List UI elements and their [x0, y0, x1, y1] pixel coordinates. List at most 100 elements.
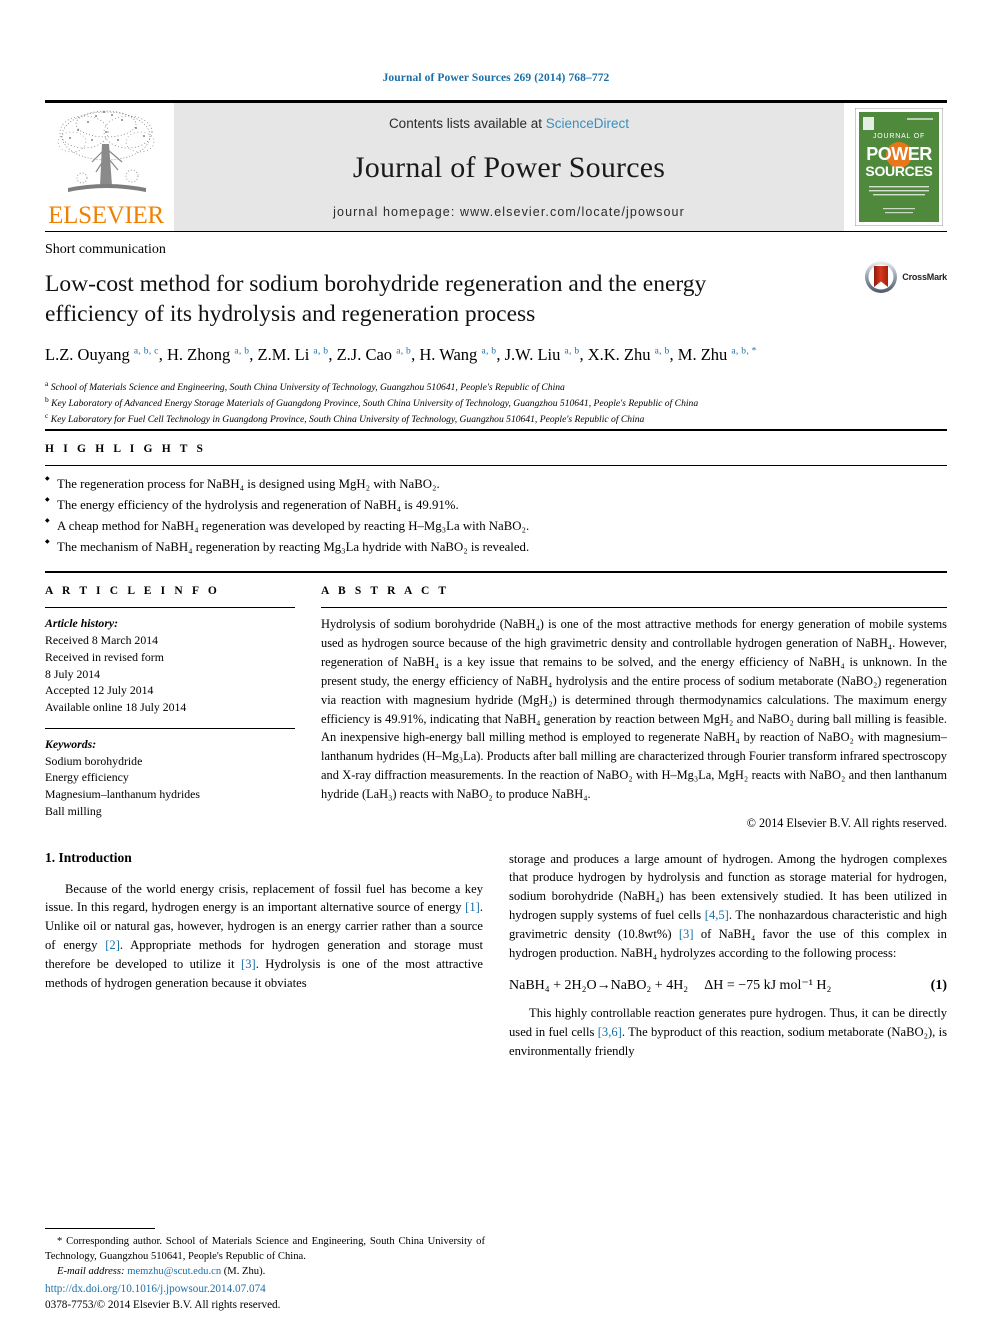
article-info-column: A R T I C L E I N F O Article history: R… — [45, 573, 295, 831]
running-citation: Journal of Power Sources 269 (2014) 768–… — [382, 72, 610, 84]
intro-paragraph-right-2: This highly controllable reaction genera… — [509, 1004, 947, 1061]
author-name[interactable]: Z.M. Li — [258, 345, 314, 364]
author-affiliation-marks: a, b — [313, 346, 329, 357]
citation-ref-3[interactable]: [3] — [241, 957, 256, 971]
affiliation-text: Key Laboratory of Advanced Energy Storag… — [48, 398, 699, 410]
article-history-line: 8 July 2014 — [45, 666, 101, 681]
introduction-heading: 1. Introduction — [45, 849, 132, 865]
affiliation-text: Key Laboratory for Fuel Cell Technology … — [48, 414, 645, 426]
author-name[interactable]: Z.J. Cao — [337, 345, 397, 364]
elsevier-wordmark: ELSEVIER — [48, 202, 164, 229]
email-line: E-mail address: memzhu@scut.edu.cn (M. Z… — [45, 1264, 485, 1279]
affiliation-entry: b Key Laboratory of Advanced Energy Stor… — [45, 395, 947, 411]
author-name[interactable]: H. Zhong — [167, 345, 234, 364]
abstract-copyright: © 2014 Elsevier B.V. All rights reserved… — [746, 815, 947, 830]
highlights-section: H I G H L I G H T S The regeneration pro… — [45, 429, 947, 571]
author-affiliation-marks: a, b — [481, 346, 497, 357]
author-affiliation-marks: a, b, c — [133, 346, 159, 357]
article-history-line: Available online 18 July 2014 — [45, 700, 187, 715]
article-history-lines: Received 8 March 2014 Received in revised… — [45, 632, 295, 716]
author-affiliation-marks: a, b — [564, 346, 580, 357]
author-name[interactable]: L.Z. Ouyang — [45, 345, 134, 364]
contents-prefix: Contents lists available at — [388, 116, 546, 131]
keyword-item: Magnesium–lanthanum hydrides — [45, 787, 200, 802]
article-type-label: Short communication — [45, 242, 166, 257]
author-separator: , — [669, 345, 678, 365]
journal-homepage-link[interactable]: journal homepage: www.elsevier.com/locat… — [333, 205, 685, 219]
author-name[interactable]: X.K. Zhu — [588, 345, 655, 364]
doi-link[interactable]: http://dx.doi.org/10.1016/j.jpowsour.201… — [45, 1281, 280, 1297]
affiliation-entry: c Key Laboratory for Fuel Cell Technolog… — [45, 411, 947, 427]
keyword-item: Sodium borohydride — [45, 753, 143, 768]
corresponding-author-footnote: * Corresponding author. School of Materi… — [45, 1227, 485, 1279]
journal-band: Contents lists available at ScienceDirec… — [174, 103, 844, 231]
corresponding-author-text: * Corresponding author. School of Materi… — [45, 1234, 485, 1264]
body-column-right: storage and produces a large amount of h… — [509, 850, 947, 1061]
author-separator: , — [496, 345, 505, 365]
crossmark-icon — [865, 261, 898, 293]
author-list: L.Z. Ouyang a, b, c, H. Zhong a, b, Z.M.… — [45, 343, 875, 367]
elsevier-logo: ELSEVIER — [45, 103, 167, 231]
affiliation-text: School of Materials Science and Engineer… — [48, 382, 565, 394]
author-affiliation-marks: a, b, * — [731, 346, 757, 357]
citation-ref-2[interactable]: [2] — [105, 938, 120, 952]
contents-available-line: Contents lists available at ScienceDirec… — [389, 116, 629, 131]
corresponding-affiliation: Corresponding author. School of Material… — [45, 1235, 485, 1262]
sciencedirect-link[interactable]: ScienceDirect — [546, 116, 629, 131]
affiliation-list: a School of Materials Science and Engine… — [45, 379, 947, 427]
abstract-label: A B S T R A C T — [321, 585, 450, 598]
cover-art-icon: JOURNAL OF POWER SOURCES — [855, 108, 943, 226]
intro-paragraph-left: Because of the world energy crisis, repl… — [45, 880, 483, 993]
article-header: Short communication CrossMark Low-cost m… — [45, 231, 947, 427]
article-history-line: Received in revised form — [45, 649, 164, 664]
keyword-item: Ball milling — [45, 803, 102, 818]
citation-ref-4[interactable]: [4,5] — [705, 908, 729, 922]
doi-footer: http://dx.doi.org/10.1016/j.jpowsour.201… — [45, 1281, 280, 1313]
crossmark-label: CrossMark — [902, 272, 947, 282]
equation-1-expression: NaBH₄ + 2H₂O→NaBO₂ + 4H₂ — [509, 977, 689, 993]
author-affiliation-marks: a, b — [654, 346, 670, 357]
info-abstract-section: A R T I C L E I N F O Article history: R… — [45, 571, 947, 831]
abstract-column: A B S T R A C T Hydrolysis of sodium bor… — [321, 573, 947, 831]
keywords-label: Keywords: — [45, 736, 97, 751]
journal-title: Journal of Power Sources — [352, 151, 666, 184]
highlight-item: The energy efficiency of the hydrolysis … — [45, 495, 947, 516]
abstract-text: Hydrolysis of sodium borohydride (NaBH₄)… — [321, 617, 947, 801]
citation-ref-1[interactable]: [1] — [465, 900, 480, 914]
article-history-line: Received 8 March 2014 — [45, 633, 159, 648]
svg-text:JOURNAL OF: JOURNAL OF — [873, 133, 925, 140]
equation-1-enthalpy: ΔH = −75 kJ mol⁻¹ H₂ — [704, 977, 832, 993]
author-name[interactable]: H. Wang — [419, 345, 481, 364]
intro-paragraph-right: storage and produces a large amount of h… — [509, 850, 947, 963]
article-info-label: A R T I C L E I N F O — [45, 585, 220, 598]
author-affiliation-marks: a, b — [396, 346, 412, 357]
footnote-rule — [45, 1227, 155, 1229]
author-separator: , — [249, 345, 258, 365]
article-title: Low-cost method for sodium borohydride r… — [45, 271, 707, 327]
highlights-items: The regeneration process for NaBH₄ is de… — [45, 466, 947, 571]
article-body: 1. Introduction Because of the world ene… — [45, 832, 947, 1061]
issn-copyright-line: 0378-7753/© 2014 Elsevier B.V. All right… — [45, 1298, 281, 1311]
affiliation-entry: a School of Materials Science and Engine… — [45, 379, 947, 395]
author-separator: , — [579, 345, 588, 365]
journal-cover-thumbnail: JOURNAL OF POWER SOURCES — [851, 103, 947, 231]
keyword-lines: Sodium borohydride Energy efficiency Magne… — [45, 753, 295, 820]
author-name[interactable]: J.W. Liu — [505, 345, 565, 364]
author-name[interactable]: M. Zhu — [678, 345, 732, 364]
article-history-line: Accepted 12 July 2014 — [45, 683, 154, 698]
intro-left-text-1: Because of the world energy crisis, repl… — [45, 881, 483, 915]
article-history-label: Article history: — [45, 616, 119, 631]
svg-text:POWER: POWER — [866, 144, 932, 164]
highlight-item: A cheap method for NaBH₄ regeneration wa… — [45, 516, 947, 537]
citation-ref-5[interactable]: [3] — [679, 927, 694, 941]
journal-article-page: Journal of Power Sources 269 (2014) 768–… — [0, 0, 992, 1323]
email-address-link[interactable]: memzhu@scut.edu.cn — [127, 1266, 221, 1277]
citation-ref-6[interactable]: [3,6] — [598, 1025, 622, 1039]
equation-1: NaBH₄ + 2H₂O→NaBO₂ + 4H₂ ΔH = −75 kJ mol… — [509, 977, 947, 994]
keyword-item: Energy efficiency — [45, 770, 129, 785]
crossmark-badge[interactable]: CrossMark — [864, 260, 947, 294]
email-label: E-mail address: — [57, 1265, 125, 1277]
body-column-left: 1. Introduction Because of the world ene… — [45, 850, 483, 1061]
highlights-label: H I G H L I G H T S — [45, 443, 207, 456]
equation-1-number: (1) — [930, 977, 947, 993]
